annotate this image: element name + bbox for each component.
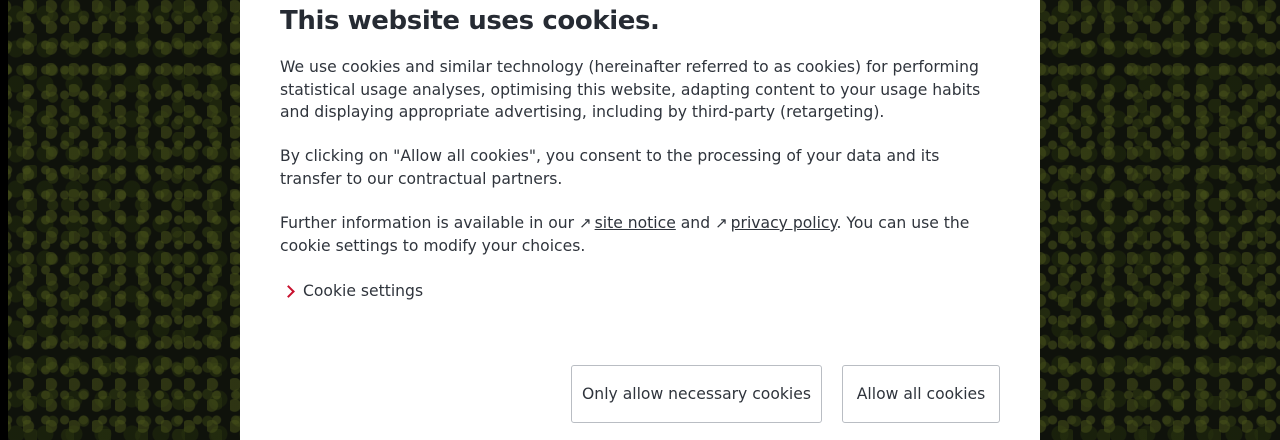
cookie-settings-toggle[interactable]: Cookie settings (282, 282, 424, 300)
further-information-paragraph: Further information is available in our … (280, 212, 1000, 257)
dialog-title: This website uses cookies. (280, 6, 660, 36)
site-notice-link[interactable]: site notice (595, 214, 676, 232)
cookie-description-paragraph: We use cookies and similar technology (h… (280, 58, 981, 121)
privacy-policy-link[interactable]: privacy policy (731, 214, 837, 232)
only-necessary-cookies-button[interactable]: Only allow necessary cookies (571, 365, 822, 423)
consent-paragraph: By clicking on "Allow all cookies", you … (280, 147, 940, 188)
cookie-consent-dialog: This website uses cookies. We use cookie… (240, 0, 1040, 440)
chevron-right-icon (282, 284, 295, 298)
arrow-up-right-icon: ↗ (579, 214, 592, 232)
cookie-settings-label: Cookie settings (303, 282, 424, 300)
further-info-between: and (675, 214, 716, 232)
allow-all-cookies-button[interactable]: Allow all cookies (842, 365, 1000, 423)
arrow-up-right-icon: ↗ (715, 214, 728, 232)
further-info-intro: Further information is available in our (280, 214, 580, 232)
